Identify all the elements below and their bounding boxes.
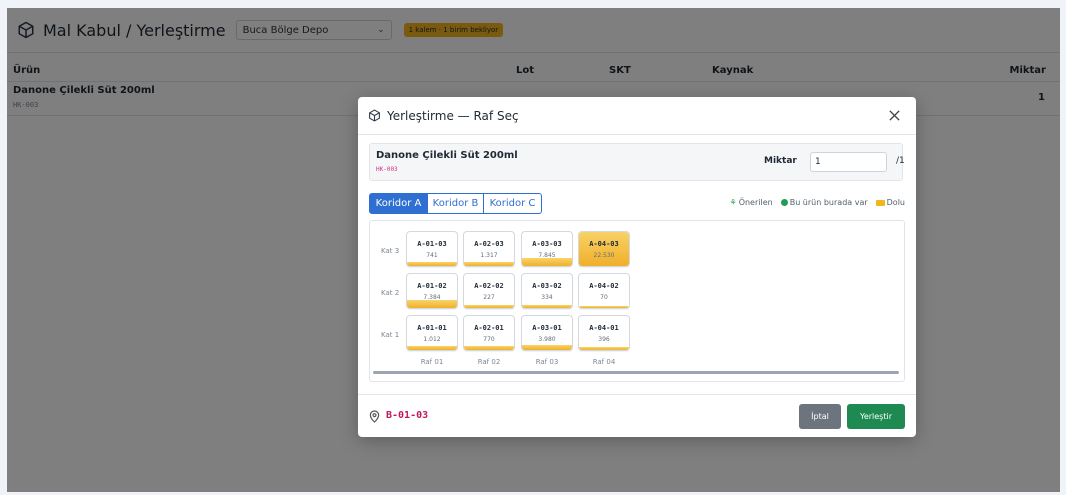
- cell-code: A-01-01: [417, 324, 447, 332]
- shelf-cell[interactable]: A-03-01 3.980: [521, 315, 573, 351]
- cell-stock: 227: [483, 294, 495, 301]
- shelf-cell[interactable]: A-01-03 741: [406, 231, 458, 267]
- cell-code: A-02-03: [474, 240, 504, 248]
- quantity-input[interactable]: [810, 152, 887, 172]
- cell-stock: 22.530: [593, 252, 615, 259]
- shelf-grid: Kat 3 Kat 2 Kat 1 Raf 01 Raf 02 Raf 03 R…: [369, 220, 905, 382]
- selected-location: B-01-03: [386, 410, 429, 421]
- row-label: Kat 2: [381, 289, 400, 297]
- col-label: Raf 01: [420, 358, 444, 366]
- tab-aisle-a[interactable]: Koridor A: [369, 193, 428, 214]
- cell-fill-level: [522, 345, 572, 350]
- horizontal-scrollbar[interactable]: [373, 371, 899, 374]
- shelf-cell[interactable]: A-04-01 396: [578, 315, 630, 351]
- quantity-label: Miktar: [764, 156, 797, 166]
- cell-fill-level: [464, 262, 514, 266]
- location-pin-icon: [369, 410, 380, 423]
- col-label: Raf 03: [535, 358, 559, 366]
- cell-code: A-02-02: [474, 282, 504, 290]
- cell-code: A-04-02: [589, 282, 619, 290]
- product-code: HK-003: [376, 166, 398, 173]
- cell-fill-level: [522, 305, 572, 308]
- cell-code: A-04-03: [589, 240, 619, 248]
- legend-recommended: ⚘ Önerilen: [729, 198, 773, 207]
- cell-stock: 7.845: [538, 252, 556, 259]
- modal-header: Yerleştirme — Raf Seç: [358, 97, 916, 135]
- cell-code: A-01-02: [417, 282, 447, 290]
- cell-code: A-03-01: [532, 324, 562, 332]
- cell-code: A-01-03: [417, 240, 447, 248]
- tab-aisle-b[interactable]: Koridor B: [428, 193, 484, 214]
- cell-fill-level: [464, 305, 514, 308]
- close-icon[interactable]: [888, 109, 901, 122]
- cell-stock: 741: [426, 252, 438, 259]
- legend-here: Bu ürün burada var: [780, 198, 868, 207]
- cell-fill-level: [464, 346, 514, 350]
- col-label: Raf 04: [592, 358, 616, 366]
- shelf-cell[interactable]: A-03-03 7.845: [521, 231, 573, 267]
- col-label: Raf 02: [477, 358, 501, 366]
- sparkle-icon: ⚘: [729, 198, 737, 207]
- full-swatch: [875, 199, 885, 206]
- cell-code: A-02-01: [474, 324, 504, 332]
- green-dot-icon: [780, 199, 788, 206]
- cell-stock: 334: [541, 294, 553, 301]
- cell-stock: 396: [598, 336, 610, 343]
- shelf-cell[interactable]: A-01-02 7.384: [406, 273, 458, 309]
- place-button[interactable]: Yerleştir: [847, 404, 905, 429]
- cell-fill-level: [407, 262, 457, 266]
- cell-fill-level: [522, 258, 572, 266]
- cell-stock: 770: [483, 336, 495, 343]
- cell-fill-level: [579, 347, 629, 350]
- shelf-cell[interactable]: A-04-02 70: [578, 273, 630, 309]
- cell-stock: 7.384: [423, 294, 441, 301]
- cell-fill-level: [407, 300, 457, 308]
- cell-fill-level: [579, 306, 629, 308]
- cell-code: A-04-01: [589, 324, 619, 332]
- row-label: Kat 1: [381, 331, 400, 339]
- legend: ⚘ Önerilen Bu ürün burada var Dolu: [722, 198, 905, 207]
- product-summary: Danone Çilekli Süt 200ml HK-003 Miktar /…: [369, 143, 905, 181]
- modal-footer: B-01-03 İptal Yerleştir: [358, 394, 916, 437]
- tab-aisle-c[interactable]: Koridor C: [484, 193, 542, 214]
- box-icon: [369, 109, 380, 122]
- legend-full: Dolu: [875, 198, 905, 207]
- cell-stock: 1.317: [480, 252, 498, 259]
- shelf-cell[interactable]: A-04-03 22.530: [578, 231, 630, 267]
- shelf-cell[interactable]: A-02-01 770: [463, 315, 515, 351]
- cell-stock: 70: [600, 294, 608, 301]
- cell-stock: 3.980: [538, 336, 556, 343]
- modal-title: Yerleştirme — Raf Seç: [387, 108, 519, 123]
- shelf-cell[interactable]: A-02-03 1.317: [463, 231, 515, 267]
- cell-fill-level: [407, 346, 457, 350]
- cell-fill-level: [579, 232, 629, 266]
- shelf-cell[interactable]: A-03-02 334: [521, 273, 573, 309]
- shelf-cell[interactable]: A-01-01 1.012: [406, 315, 458, 351]
- quantity-max: /1: [896, 156, 905, 166]
- product-name: Danone Çilekli Süt 200ml: [376, 150, 518, 161]
- cell-stock: 1.012: [423, 336, 441, 343]
- cell-code: A-03-02: [532, 282, 562, 290]
- row-label: Kat 3: [381, 247, 400, 255]
- cell-code: A-03-03: [532, 240, 562, 248]
- aisle-tabs: Koridor A Koridor B Koridor C: [369, 193, 542, 214]
- shelf-cell[interactable]: A-02-02 227: [463, 273, 515, 309]
- placement-modal: Yerleştirme — Raf Seç Danone Çilekli Süt…: [358, 97, 916, 437]
- cancel-button[interactable]: İptal: [799, 404, 841, 429]
